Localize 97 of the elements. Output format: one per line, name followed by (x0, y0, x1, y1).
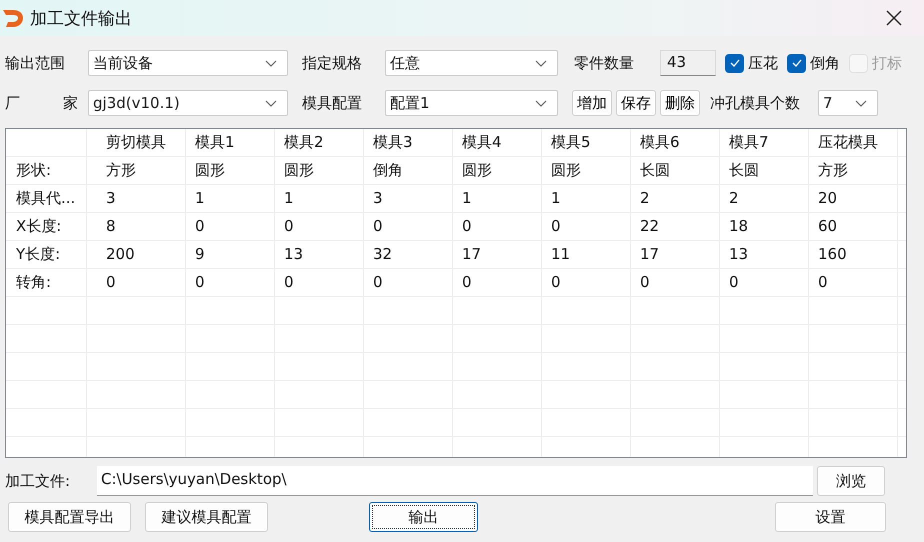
action-button[interactable]: 设置 (775, 502, 886, 532)
table-cell: 0 (551, 273, 561, 291)
table-cell: 0 (195, 273, 205, 291)
table-cell: 圆形 (551, 161, 581, 179)
field-label: 家 (63, 94, 78, 112)
table-cell: 圆形 (284, 161, 314, 179)
table-cell: 0 (195, 217, 205, 235)
checkbox-label: 打标 (872, 54, 902, 72)
table-cell: 11 (551, 245, 570, 263)
punch-count-dropdown[interactable]: 7 (818, 90, 878, 116)
table-cell: 长圆 (729, 161, 759, 179)
column-header: 模具1 (195, 133, 235, 151)
action-button[interactable]: 输出 (369, 502, 478, 532)
table-cell: 长圆 (640, 161, 670, 179)
table-cell: 0 (284, 217, 294, 235)
logo-icon (2, 7, 24, 29)
field-label: 厂 (5, 94, 20, 112)
file-path-field[interactable]: C:\Users\yuyan\Desktop\ (97, 466, 813, 496)
table-cell: 0 (284, 273, 294, 291)
table-cell: 0 (818, 273, 828, 291)
table-cell: 0 (551, 217, 561, 235)
field-label: 指定规格 (302, 54, 363, 72)
action-button[interactable]: 模具配置导出 (8, 502, 131, 532)
chevron-icon (535, 100, 547, 106)
small-button[interactable]: 保存 (616, 90, 656, 116)
table-cell: 1 (462, 189, 472, 207)
column-header: 模具3 (373, 133, 413, 151)
column-header: 模具2 (284, 133, 324, 151)
table-cell: 圆形 (195, 161, 225, 179)
field-label: 加工文件: (5, 472, 72, 490)
row-header: 转角: (16, 273, 52, 291)
table-cell: 200 (106, 245, 135, 263)
table-cell: 8 (106, 217, 116, 235)
table-cell: 60 (818, 217, 838, 235)
count-field[interactable]: 43 (660, 50, 716, 76)
column-header: 剪切模具 (106, 133, 166, 151)
chevron-icon (535, 60, 547, 66)
small-button[interactable]: 增加 (572, 90, 612, 116)
table-cell: 17 (462, 245, 482, 263)
table-cell: 1 (195, 189, 205, 207)
maker-dropdown[interactable]: gj3d(v10.1) (88, 90, 288, 116)
table-cell: 20 (818, 189, 838, 207)
close-icon[interactable] (886, 10, 902, 26)
checkbox-label: 压花 (748, 54, 778, 72)
table-cell: 18 (729, 217, 748, 235)
table-cell: 0 (462, 217, 472, 235)
row-header: Y长度: (16, 245, 60, 263)
chevron-icon (265, 60, 277, 66)
table-cell: 13 (729, 245, 748, 263)
table-cell: 17 (640, 245, 660, 263)
spec-dropdown[interactable]: 任意 (385, 50, 558, 76)
table-cell: 1 (551, 189, 561, 207)
table-cell: 倒角 (373, 161, 403, 179)
checkbox-label: 倒角 (810, 54, 840, 72)
table-cell: 0 (373, 217, 383, 235)
check-icon (790, 58, 802, 68)
range-dropdown[interactable]: 当前设备 (88, 50, 288, 76)
table-cell: 0 (106, 273, 116, 291)
table-cell: 2 (640, 189, 650, 207)
table-cell: 0 (640, 273, 650, 291)
table-cell: 32 (373, 245, 392, 263)
action-button[interactable]: 建议模具配置 (145, 502, 268, 532)
table-cell: 3 (106, 189, 116, 207)
checkbox[interactable] (725, 54, 744, 72)
table-cell: 2 (729, 189, 739, 207)
column-header: 模具6 (640, 133, 680, 151)
chevron-icon (265, 100, 277, 106)
field-label: 冲孔模具个数 (710, 94, 801, 112)
table-cell: 0 (729, 273, 739, 291)
checkbox[interactable] (787, 54, 806, 72)
table-cell: 3 (373, 189, 383, 207)
row-header: X长度: (16, 217, 62, 235)
check-icon (728, 58, 740, 68)
chevron-icon (855, 100, 867, 106)
column-header: 模具7 (729, 133, 769, 151)
column-header: 模具5 (551, 133, 591, 151)
row-header: 形状: (16, 161, 52, 179)
browse-button[interactable]: 浏览 (817, 466, 885, 496)
config-dropdown[interactable]: 配置1 (385, 90, 558, 116)
column-header: 压花模具 (818, 133, 878, 151)
field-label: 输出范围 (5, 54, 66, 72)
table-cell: 0 (462, 273, 472, 291)
small-button[interactable]: 删除 (660, 90, 700, 116)
table-cell: 圆形 (462, 161, 492, 179)
table-cell: 方形 (106, 161, 136, 179)
table-cell: 9 (195, 245, 205, 263)
table-cell: 22 (640, 217, 660, 235)
table-cell: 160 (818, 245, 847, 263)
table-cell: 1 (284, 189, 294, 207)
table-cell: 0 (373, 273, 383, 291)
field-label: 零件数量 (574, 54, 635, 72)
column-header: 模具4 (462, 133, 502, 151)
table-cell: 方形 (818, 161, 848, 179)
field-label: 模具配置 (302, 94, 363, 112)
window-title: 加工文件输出 (30, 8, 133, 30)
table-cell: 13 (284, 245, 304, 263)
row-header: 模具代... (16, 189, 76, 207)
